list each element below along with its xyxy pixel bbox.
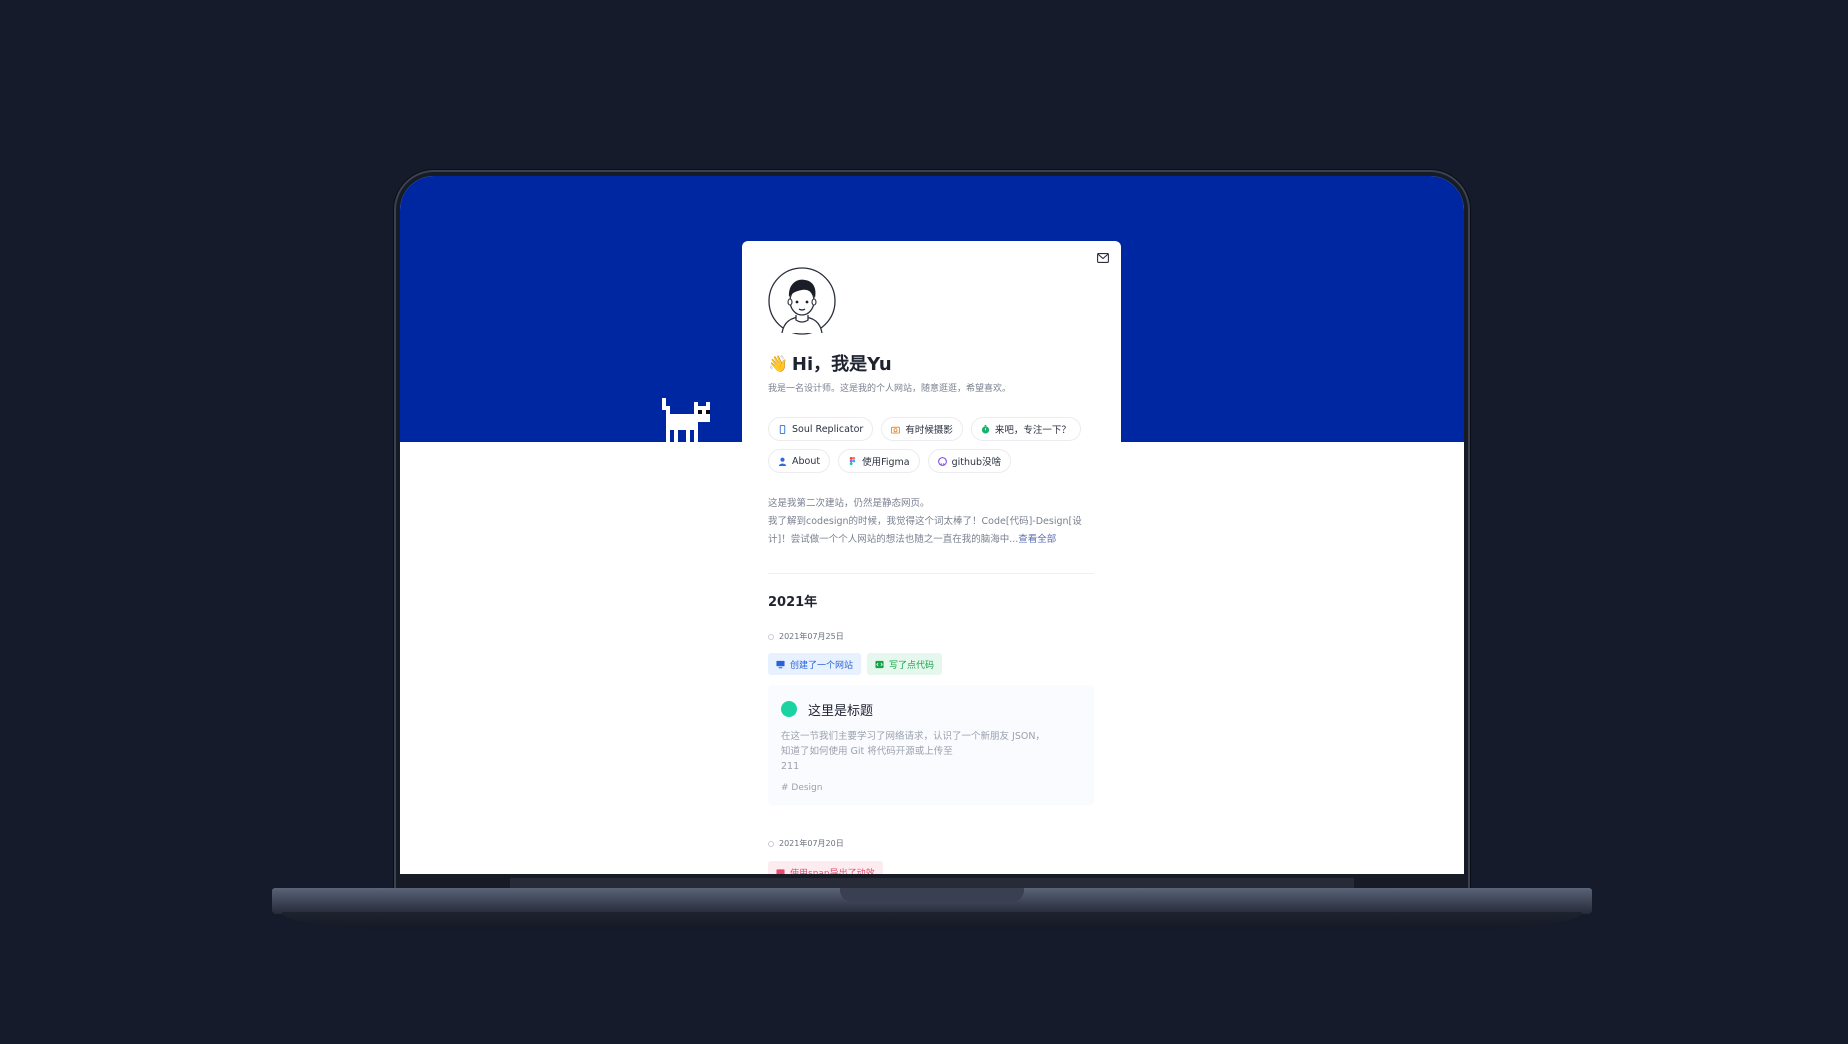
intro-line: 我了解到codesign的时候，我觉得这个词太棒了！Code[代码]-Desig… [768, 516, 1082, 527]
avatar [768, 267, 836, 335]
tag-label: 写了点代码 [889, 660, 935, 671]
intro-line: 计]！尝试做一个个人网站的想法也随之一直在我的脑海中... [768, 534, 1019, 545]
activity-tags: 使用snap导出了动效 [768, 861, 883, 874]
calendar-icon [776, 868, 785, 874]
monitor-icon [776, 660, 785, 668]
chip-github[interactable]: github没啥 [927, 449, 1012, 473]
chip-label: 来吧，专注一下？ [994, 425, 1071, 436]
pixel-cat-icon [662, 398, 710, 442]
timeline-dot-icon [768, 633, 774, 640]
divider [768, 573, 1094, 574]
laptop-base-shadow [282, 912, 1582, 930]
chip-soul-replicator[interactable]: Soul Replicator [768, 417, 874, 441]
tag-label: 创建了一个网站 [790, 660, 854, 671]
timeline-year: 2021年 [768, 595, 818, 610]
page-title: 👋 Hi，我是Yu [768, 350, 892, 376]
laptop-notch [840, 888, 1024, 902]
chip-label: github没啥 [951, 457, 1002, 468]
date-text: 2021年07月25日 [779, 632, 844, 641]
phone-icon [779, 424, 786, 434]
tag-created-site[interactable]: 创建了一个网站 [768, 653, 862, 675]
tag-wrote-code[interactable]: 写了点代码 [867, 653, 943, 675]
wave-icon: 👋 [768, 353, 788, 373]
laptop-hinge [510, 878, 1354, 888]
chip-label: Soul Replicator [792, 423, 864, 435]
post-body-line: 在这一节我们主要学习了网络请求，认识了一个新朋友 JSON， [781, 731, 1045, 742]
activity-tags: 创建了一个网站 写了点代码 [768, 653, 943, 675]
post-title: 这里是标题 [808, 704, 874, 719]
chip-label: 有时候摄影 [905, 425, 953, 436]
intro-text: 这是我第二次建站，仍然是静态网页。 我了解到codesign的时候，我觉得这个词… [768, 495, 1098, 549]
timeline-date: 2021年07月25日 [768, 631, 844, 642]
code-icon [875, 660, 884, 668]
timer-icon [981, 424, 989, 434]
post-body-line: 知道了如何使用 Git 将代码开源或上传至 [781, 746, 953, 757]
laptop-screen: 👋 Hi，我是Yu 我是一名设计师。这是我的个人网站，随意逛逛，希望喜欢。 So… [400, 176, 1464, 874]
chip-focus[interactable]: 来吧，专注一下？ [970, 417, 1081, 441]
post-tag[interactable]: # Design [781, 783, 822, 793]
chip-figma[interactable]: 使用Figma [838, 449, 920, 473]
link-chips: Soul Replicator 有时候摄影 来吧，专注一下？ About 使用F… [768, 417, 1098, 481]
chip-photography[interactable]: 有时候摄影 [881, 417, 963, 441]
timeline-date: 2021年07月20日 [768, 838, 844, 849]
github-icon [937, 456, 947, 466]
tag-label: 使用snap导出了动效 [790, 868, 875, 875]
post-body: 在这一节我们主要学习了网络请求，认识了一个新朋友 JSON， 知道了如何使用 G… [781, 729, 1081, 774]
post-body-line: 211 [781, 761, 800, 772]
user-icon [778, 457, 787, 466]
post-dot-icon [781, 701, 797, 717]
figma-icon [849, 456, 856, 465]
mail-icon[interactable] [1097, 253, 1109, 263]
post-card[interactable]: 这里是标题 在这一节我们主要学习了网络请求，认识了一个新朋友 JSON， 知道了… [768, 685, 1094, 805]
intro-line: 这是我第二次建站，仍然是静态网页。 [768, 498, 930, 509]
timeline-dot-icon [768, 840, 774, 847]
subtitle: 我是一名设计师。这是我的个人网站，随意逛逛，希望喜欢。 [768, 384, 1012, 394]
date-text: 2021年07月20日 [779, 839, 844, 848]
chip-about[interactable]: About [768, 449, 831, 473]
tag-exported-animation[interactable]: 使用snap导出了动效 [768, 861, 883, 874]
chip-label: About [792, 455, 821, 467]
profile-card: 👋 Hi，我是Yu 我是一名设计师。这是我的个人网站，随意逛逛，希望喜欢。 So… [742, 241, 1121, 874]
read-more-link[interactable]: 查看全部 [1018, 534, 1056, 545]
camera-icon [891, 426, 901, 434]
chip-label: 使用Figma [862, 457, 910, 468]
greeting-text: Hi，我是Yu [791, 354, 892, 375]
